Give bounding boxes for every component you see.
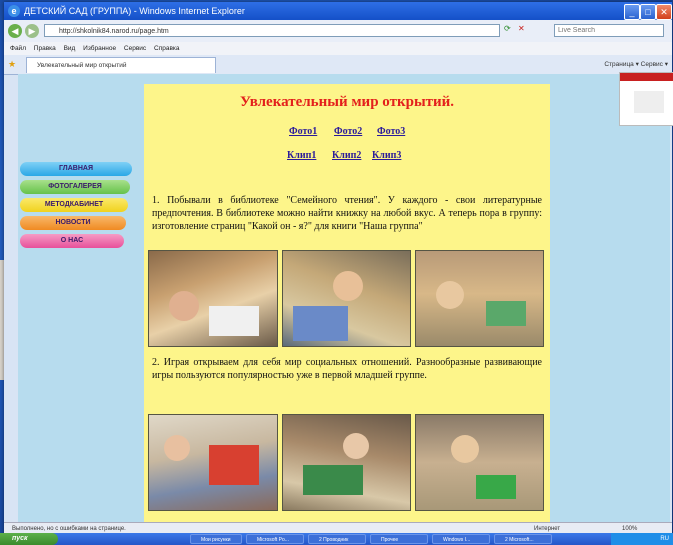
maximize-button[interactable]: □ — [640, 4, 656, 20]
refresh-icon[interactable]: ⟳ — [504, 24, 511, 33]
start-button[interactable]: пуск — [0, 533, 58, 545]
taskbar-item[interactable]: Windows I... — [432, 534, 490, 544]
system-tray[interactable]: RU — [611, 533, 673, 545]
photo-library-3 — [415, 250, 544, 347]
page-title: Увлекательный мир открытий. — [239, 94, 455, 110]
sidebar-item-gallery[interactable]: ФОТОГАЛЕРЕЯ — [20, 180, 130, 194]
photo-link-1[interactable]: Фото1 — [289, 126, 317, 137]
taskbar-item[interactable]: 2 Проводник — [308, 534, 366, 544]
taskbar-item[interactable]: Мои рисунки — [190, 534, 242, 544]
page-content: ГЛАВНАЯ ФОТОГАЛЕРЕЯ МЕТОДКАБИНЕТ НОВОСТИ… — [18, 74, 670, 522]
stop-icon[interactable]: ✕ — [518, 24, 525, 33]
clip-link-3[interactable]: Клип3 — [372, 150, 401, 161]
menu-favorites[interactable]: Избранное — [83, 45, 116, 52]
back-button[interactable]: ◀ — [8, 24, 22, 38]
addon-widget[interactable] — [619, 72, 673, 126]
sidebar-item-about[interactable]: О НАС — [20, 234, 124, 248]
menu-help[interactable]: Справка — [154, 45, 180, 52]
taskbar-item[interactable]: Microsoft Po... — [246, 534, 304, 544]
command-bar[interactable]: Страница ▾ Сервис ▾ — [604, 58, 668, 72]
photo-play-3 — [415, 414, 544, 511]
sidebar-item-methods[interactable]: МЕТОДКАБИНЕТ — [20, 198, 128, 212]
photo-play-1 — [148, 414, 278, 511]
paragraph-1: 1. Побывали в библиотеке "Семейного чтен… — [152, 195, 542, 232]
ie-logo-icon: e — [8, 5, 20, 17]
photo-link-3[interactable]: Фото3 — [377, 126, 405, 137]
window-title: ДЕТСКИЙ САД (ГРУППА) - Windows Internet … — [24, 6, 245, 16]
clip-link-2[interactable]: Клип2 — [332, 150, 361, 161]
taskbar: пуск Мои рисунки Microsoft Po... 2 Прово… — [0, 533, 673, 545]
photo-play-2 — [282, 414, 411, 511]
address-row: ◀ ▶ http://shkolnik84.narod.ru/page.htm … — [4, 20, 672, 42]
photo-library-1 — [148, 250, 278, 347]
tab-active[interactable]: Увлекательный мир открытий — [26, 57, 216, 73]
minimize-button[interactable]: _ — [624, 4, 640, 20]
menu-view[interactable]: Вид — [64, 45, 76, 52]
clip-link-1[interactable]: Клип1 — [287, 150, 316, 161]
browser-window: e ДЕТСКИЙ САД (ГРУППА) - Windows Interne… — [4, 2, 673, 542]
search-input[interactable] — [554, 24, 664, 37]
menu-bar: Файл Правка Вид Избранное Сервис Справка — [4, 42, 672, 55]
sidebar-item-home[interactable]: ГЛАВНАЯ — [20, 162, 132, 176]
title-bar: e ДЕТСКИЙ САД (ГРУППА) - Windows Interne… — [4, 2, 672, 20]
photo-library-2 — [282, 250, 411, 347]
sidebar-item-news[interactable]: НОВОСТИ — [20, 216, 126, 230]
taskbar-item[interactable]: 2 Microsoft... — [494, 534, 552, 544]
menu-file[interactable]: Файл — [10, 45, 26, 52]
favorites-star-icon[interactable]: ★ — [8, 59, 16, 70]
menu-edit[interactable]: Правка — [34, 45, 56, 52]
main-panel: Увлекательный мир открытий. Фото1 Фото2 … — [144, 84, 550, 522]
forward-button[interactable]: ▶ — [25, 24, 39, 38]
menu-tools[interactable]: Сервис — [124, 45, 146, 52]
address-input[interactable]: http://shkolnik84.narod.ru/page.htm — [44, 24, 500, 37]
tab-row: ★ Увлекательный мир открытий Страница ▾ … — [4, 55, 672, 75]
taskbar-item[interactable]: Прочее — [370, 534, 428, 544]
photo-link-2[interactable]: Фото2 — [334, 126, 362, 137]
close-button[interactable]: ✕ — [656, 4, 672, 20]
paragraph-2: 2. Играя открываем для себя мир социальн… — [152, 357, 542, 381]
